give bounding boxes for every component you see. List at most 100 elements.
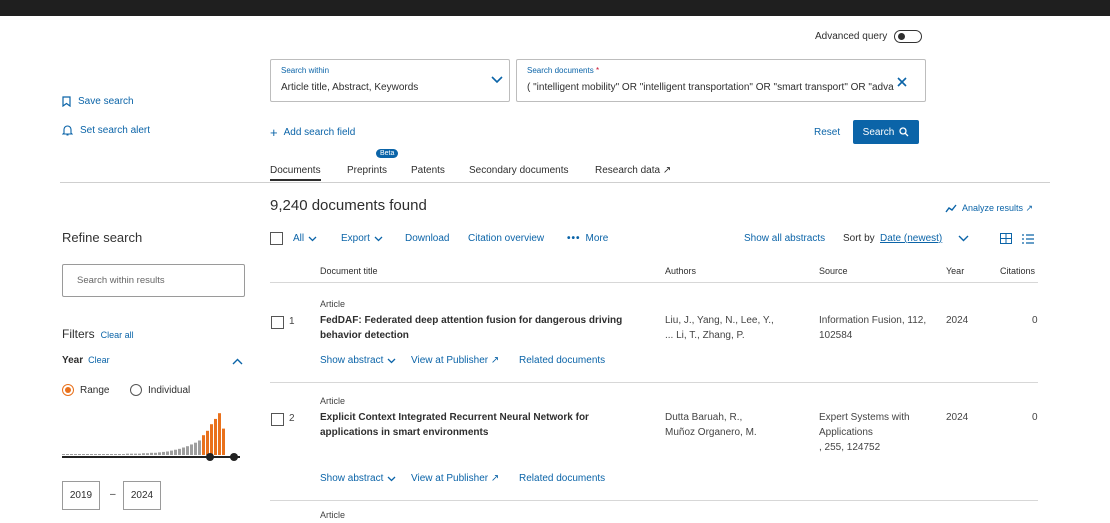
histogram-bar [122, 454, 125, 455]
toggle-knob [898, 33, 906, 40]
reset-button[interactable]: Reset [814, 127, 840, 138]
tab-secondary-documents[interactable]: Secondary documents [469, 165, 569, 176]
histogram-bar [174, 449, 177, 455]
clear-icon[interactable] [897, 77, 907, 87]
col-year[interactable]: Year [946, 266, 964, 276]
all-dropdown[interactable]: All [293, 233, 317, 244]
plus-icon: + [270, 125, 278, 140]
header-divider [270, 282, 1038, 283]
citation-overview-button[interactable]: Citation overview [468, 233, 544, 244]
show-abstract-button[interactable]: Show abstract [320, 473, 396, 484]
set-search-alert-label: Set search alert [80, 124, 151, 136]
histogram-bar [198, 440, 201, 455]
top-bar [0, 0, 1110, 16]
chevron-down-icon [387, 358, 396, 363]
show-abstract-button[interactable]: Show abstract [320, 355, 396, 366]
bookmark-icon [62, 96, 71, 107]
tab-preprints[interactable]: Preprints [347, 165, 387, 176]
search-within-select[interactable]: Search within Article title, Abstract, K… [270, 59, 510, 102]
histogram-bar-selected [210, 424, 213, 455]
row-divider [270, 382, 1038, 383]
document-type: Article [320, 299, 346, 309]
select-all[interactable] [270, 232, 283, 245]
chevron-down-icon [958, 235, 969, 242]
more-button[interactable]: ••• More [567, 233, 608, 244]
set-search-alert-link[interactable]: Set search alert [62, 124, 150, 136]
more-dots-icon: ••• [567, 233, 581, 244]
analyze-results-label: Analyze results ↗ [962, 203, 1034, 213]
histogram-bar-selected [202, 435, 205, 455]
histogram-bar [62, 454, 65, 455]
search-documents-field[interactable]: Search documents * ( "intelligent mobili… [516, 59, 926, 102]
histogram-bar [126, 453, 129, 455]
search-button[interactable]: Search [853, 120, 919, 144]
clear-all-link[interactable]: Clear all [101, 330, 134, 340]
select-all-checkbox[interactable] [270, 232, 283, 245]
row-divider [270, 500, 1038, 501]
row-checkbox[interactable] [271, 316, 284, 329]
advanced-query[interactable]: Advanced query [815, 30, 923, 43]
histogram-bar [186, 446, 189, 455]
grid-view-icon[interactable] [1000, 233, 1012, 244]
histogram-bar [166, 451, 169, 455]
analyze-results-link[interactable]: Analyze results ↗ [945, 203, 1033, 214]
all-label: All [293, 233, 305, 244]
histogram-bar [158, 452, 161, 455]
document-citations: 0 [1032, 412, 1038, 423]
tab-documents[interactable]: Documents [270, 165, 321, 181]
document-authors: Liu, J., Yang, N., Lee, Y., ... Li, T., … [665, 315, 774, 341]
row-checkbox[interactable] [271, 413, 284, 426]
histogram-bar [98, 454, 101, 455]
bell-icon [62, 125, 73, 136]
tab-research-data[interactable]: Research data ↗ [595, 165, 671, 176]
year-to-input[interactable]: 2024 [123, 481, 161, 510]
histogram-bar [70, 454, 73, 455]
add-search-field-button[interactable]: + Add search field [270, 125, 355, 140]
related-documents-link[interactable]: Related documents [519, 355, 605, 366]
view-at-publisher-link[interactable]: View at Publisher ↗ [411, 473, 499, 484]
col-citations[interactable]: Citations [1000, 266, 1035, 276]
year-clear-link[interactable]: Clear [88, 355, 110, 365]
year-histogram[interactable] [62, 405, 242, 465]
individual-radio-button [130, 384, 142, 396]
range-handle-end[interactable] [230, 453, 238, 461]
individual-radio[interactable]: Individual [130, 384, 190, 396]
search-within-results-input[interactable]: Search within results [62, 264, 245, 297]
histogram-bar [154, 452, 157, 455]
year-from-input[interactable]: 2019 [62, 481, 100, 510]
list-view-icon[interactable] [1022, 234, 1034, 244]
col-authors[interactable]: Authors [665, 266, 696, 276]
col-source[interactable]: Source [819, 266, 848, 276]
advanced-query-toggle[interactable] [894, 30, 923, 43]
year-filter-header[interactable]: Year Clear [62, 355, 110, 366]
search-within-value: Article title, Abstract, Keywords [281, 82, 419, 93]
col-document-title[interactable]: Document title [320, 266, 378, 276]
chevron-up-icon[interactable] [232, 358, 243, 365]
histogram-bar [66, 454, 69, 455]
sort-by-label: Sort by [843, 233, 875, 244]
add-search-field-label: Add search field [283, 127, 356, 138]
document-title[interactable]: Explicit Context Integrated Recurrent Ne… [320, 410, 589, 440]
download-button[interactable]: Download [405, 233, 449, 244]
related-documents-link[interactable]: Related documents [519, 473, 605, 484]
document-title[interactable]: FedDAF: Federated deep attention fusion … [320, 313, 622, 343]
row-number: 2 [289, 413, 295, 424]
show-all-abstracts-button[interactable]: Show all abstracts [744, 233, 825, 244]
save-search-link[interactable]: Save search [62, 96, 134, 107]
search-documents-input[interactable]: ( "intelligent mobility" OR "intelligent… [527, 82, 919, 93]
tabs-divider [60, 182, 1050, 183]
filters-label: Filters [62, 327, 95, 341]
search-button-label: Search [862, 126, 895, 138]
tab-patents[interactable]: Patents [411, 165, 445, 176]
document-year: 2024 [946, 412, 969, 423]
range-handle-start[interactable] [206, 453, 214, 461]
histogram-bar [130, 453, 133, 455]
view-at-publisher-link[interactable]: View at Publisher ↗ [411, 355, 499, 366]
histogram-bar [134, 453, 137, 455]
histogram-bar [150, 452, 153, 455]
histogram-bar [110, 454, 113, 455]
range-radio[interactable]: Range [62, 384, 109, 396]
export-dropdown[interactable]: Export [341, 233, 383, 244]
document-year: 2024 [946, 315, 969, 326]
sort-select[interactable]: Date (newest) [880, 233, 969, 244]
